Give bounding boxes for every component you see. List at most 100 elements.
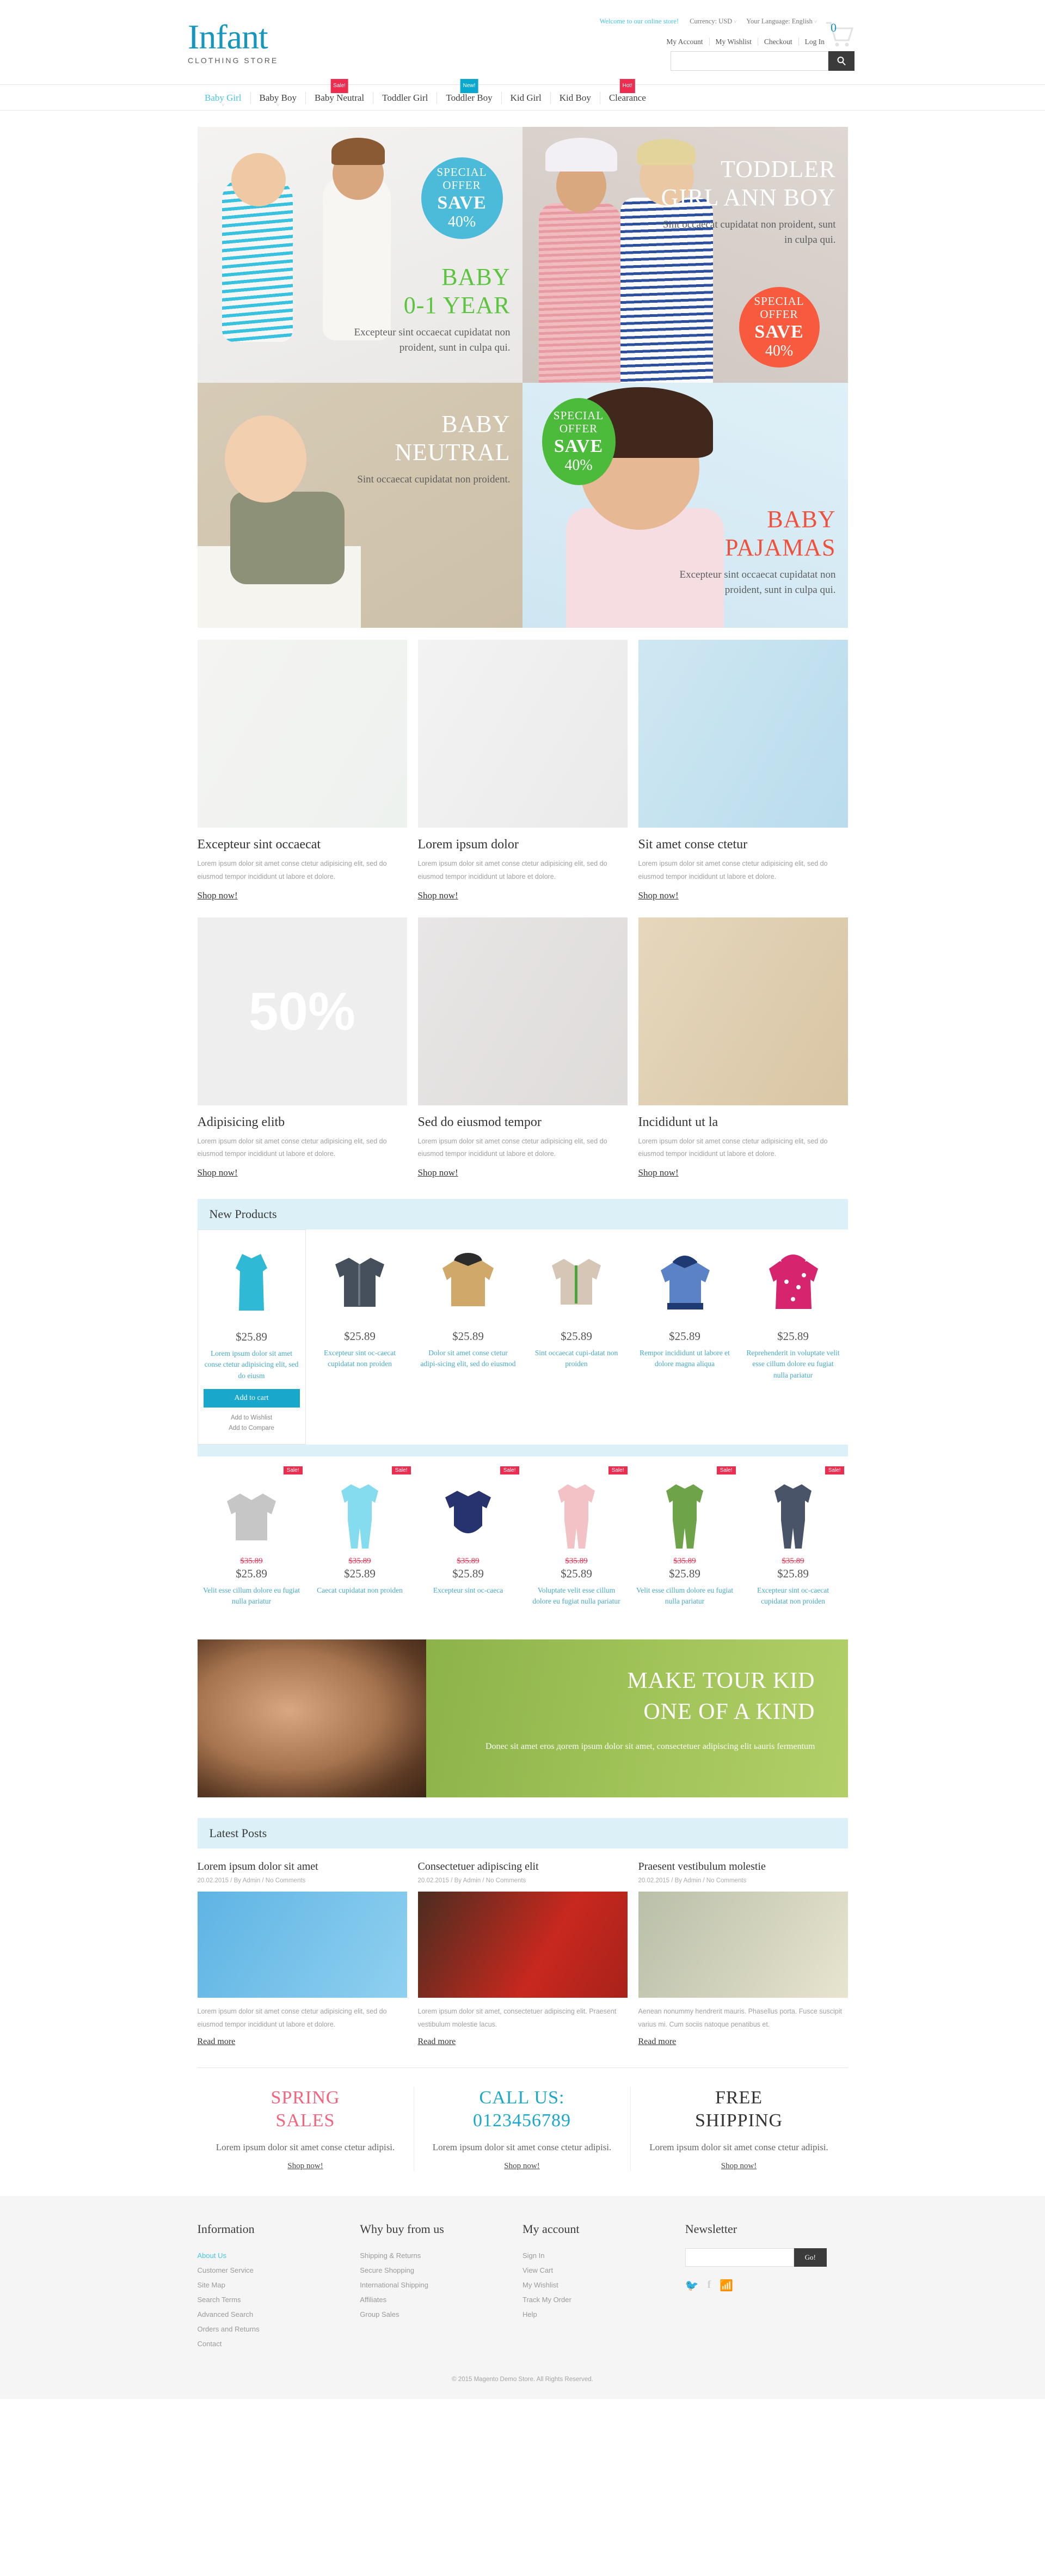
footer-link[interactable]: Site Map <box>198 2278 360 2292</box>
product-card[interactable]: Sale! $35.89 $25.89 Excepteur sint oc-caeca… <box>739 1464 847 1617</box>
footer-link[interactable]: Group Sales <box>360 2307 522 2322</box>
product-card[interactable]: Sale! $35.89 $25.89 Velit esse cillum dolor… <box>631 1464 739 1617</box>
nav-item-kid-girl[interactable]: Kid Girl <box>502 92 551 104</box>
footer-link-list: About Us Customer Service Site Map Search T… <box>198 2248 360 2351</box>
category-card[interactable]: Incididunt ut la Lorem ipsum dolor sit am… <box>638 917 848 1179</box>
feature-shop-now-link[interactable]: Shop now! <box>721 2162 757 2171</box>
category-card[interactable]: Lorem ipsum dolor Lorem ipsum dolor sit a… <box>417 640 628 901</box>
footer-link[interactable]: Track My Order <box>522 2292 685 2307</box>
product-name[interactable]: Lorem ipsum dolor sit amet conse ctetur … <box>204 1348 300 1381</box>
post-image[interactable] <box>197 1892 407 1998</box>
product-name[interactable]: Rempor incididunt ut labore et dolore ma… <box>636 1348 734 1370</box>
post-title[interactable]: Praesent vestibulum molestie <box>638 1861 848 1873</box>
rss-icon[interactable]: 📶 <box>720 2279 733 2292</box>
read-more-link[interactable]: Read more <box>418 2037 456 2047</box>
product-card[interactable]: $25.89 Rempor incididunt ut labore et dol… <box>631 1229 739 1445</box>
nav-item-clearance[interactable]: Clearance Hot! <box>600 79 655 104</box>
sale-badge: Sale! <box>283 1466 303 1474</box>
product-name[interactable]: Dolor sit amet conse ctetur adipi-sicing… <box>420 1348 517 1370</box>
product-name[interactable]: Voluptate velit esse cillum dolore eu fu… <box>528 1585 625 1607</box>
logo[interactable]: Infant CLOTHING STORE <box>188 17 278 65</box>
feature-shop-now-link[interactable]: Shop now! <box>287 2162 323 2171</box>
nav-item-toddler-girl[interactable]: Toddler Girl <box>373 92 438 104</box>
footer-link[interactable]: International Shipping <box>360 2278 522 2292</box>
link-log-in[interactable]: Log In <box>799 38 825 46</box>
read-more-link[interactable]: Read more <box>198 2037 236 2047</box>
newsletter-go-button[interactable]: Go! <box>794 2248 827 2267</box>
facebook-icon[interactable]: f <box>708 2279 711 2292</box>
footer-link[interactable]: Affiliates <box>360 2292 522 2307</box>
hero-title-tl-2: 0-1 YEAR <box>403 291 511 319</box>
add-to-compare-link[interactable]: Add to Compare <box>204 1423 300 1434</box>
footer-link[interactable]: My Wishlist <box>522 2278 685 2292</box>
twitter-icon[interactable]: 🐦 <box>685 2279 699 2292</box>
product-card[interactable]: Sale! $35.89 $25.89 Voluptate velit esse ci… <box>522 1464 631 1617</box>
language-selector[interactable]: Your Language: English ˅ <box>746 17 817 26</box>
product-name[interactable]: Excepteur sint oc-caecat cupidatat non p… <box>311 1348 409 1370</box>
footer-link[interactable]: Customer Service <box>198 2263 360 2278</box>
footer-link[interactable]: Help <box>522 2307 685 2322</box>
cart-icon[interactable]: 0 <box>823 17 855 51</box>
read-more-link[interactable]: Read more <box>638 2037 677 2047</box>
nav-item-baby-neutral[interactable]: Baby Neutral Sale! <box>306 79 374 104</box>
category-card[interactable]: Sed do eiusmod tempor Lorem ipsum dolor s… <box>417 917 628 1179</box>
product-name[interactable]: Caecat cupidatat non proiden <box>311 1585 409 1596</box>
shop-now-link[interactable]: Shop now! <box>198 890 238 901</box>
footer-link[interactable]: View Cart <box>522 2263 685 2278</box>
hero-baby-neutral[interactable]: BABY NEUTRAL Sint occaecat cupidatat non… <box>197 383 522 628</box>
footer-link[interactable]: Advanced Search <box>198 2307 360 2322</box>
footer-link[interactable]: Secure Shopping <box>360 2263 522 2278</box>
nav-item-kid-boy[interactable]: Kid Boy <box>551 92 600 104</box>
newsletter-email-input[interactable] <box>685 2248 794 2267</box>
product-card[interactable]: Sale! $35.89 $25.89 Caecat cupidatat non pr… <box>306 1464 414 1617</box>
shop-now-link[interactable]: Shop now! <box>638 1167 679 1178</box>
shop-now-link[interactable]: Shop now! <box>638 890 679 901</box>
shop-now-link[interactable]: Shop now! <box>198 1167 238 1178</box>
product-card[interactable]: $25.89 Lorem ipsum dolor sit amet conse c… <box>197 1229 306 1445</box>
link-checkout[interactable]: Checkout <box>758 38 799 46</box>
footer-link[interactable]: About Us <box>198 2248 360 2263</box>
footer-link[interactable]: Search Terms <box>198 2292 360 2307</box>
product-name[interactable]: Excepteur sint oc-caeca <box>420 1585 517 1596</box>
nav-item-toddler-boy[interactable]: Toddler Boy New! <box>437 79 502 104</box>
category-card[interactable]: Excepteur sint occaecat Lorem ipsum dolor… <box>197 640 407 901</box>
product-card[interactable]: $25.89 Reprehenderit in voluptate velit e… <box>739 1229 847 1445</box>
product-name[interactable]: Reprehenderit in voluptate velit esse ci… <box>745 1348 842 1381</box>
add-to-cart-button[interactable]: Add to cart <box>203 1388 300 1408</box>
footer-link[interactable]: Contact <box>198 2336 360 2351</box>
link-my-account[interactable]: My Account <box>660 38 710 46</box>
add-to-wishlist-link[interactable]: Add to Wishlist <box>204 1413 300 1424</box>
hero-baby-0-1-year[interactable]: SPECIAL OFFER SAVE 40% BABY 0-1 YEAR Exc… <box>197 127 522 383</box>
footer-link[interactable]: Orders and Returns <box>198 2322 360 2336</box>
search-button[interactable] <box>828 51 855 71</box>
product-name[interactable]: Excepteur sint oc-caecat cupidatat non p… <box>745 1585 842 1607</box>
footer-link[interactable]: Shipping & Returns <box>360 2248 522 2263</box>
product-card[interactable]: Sale! $35.89 $25.89 Excepteur sint oc-caeca <box>414 1464 522 1617</box>
category-card[interactable]: Sit amet conse ctetur Lorem ipsum dolor s… <box>638 640 848 901</box>
product-name[interactable]: Velit esse cillum dolore eu fugiat nulla… <box>636 1585 734 1607</box>
search-input[interactable] <box>671 51 828 71</box>
footer-link[interactable]: Sign In <box>522 2248 685 2263</box>
nav-item-baby-boy[interactable]: Baby Boy ˅ <box>251 92 306 108</box>
post-title[interactable]: Consectetuer adipiscing elit <box>418 1861 628 1873</box>
logo-name: Infant <box>188 17 268 56</box>
hero-baby-pajamas[interactable]: SPECIAL OFFER SAVE 40% BABY PAJAMAS Exce… <box>522 383 848 628</box>
product-card[interactable]: $25.89 Sint occaecat cupi-datat non proid… <box>522 1229 631 1445</box>
category-card[interactable]: 50% Adipisicing elitb Lorem ipsum dolor si… <box>197 917 407 1179</box>
shop-now-link[interactable]: Shop now! <box>418 890 458 901</box>
product-name[interactable]: Sint occaecat cupi-datat non proiden <box>528 1348 625 1370</box>
shop-now-link[interactable]: Shop now! <box>418 1167 458 1178</box>
currency-selector[interactable]: Currency: USD ˅ <box>690 17 736 26</box>
product-name[interactable]: Velit esse cillum dolore eu fugiat nulla… <box>203 1585 300 1607</box>
promo-banner[interactable]: MAKE TOUR KID ONE OF A KIND Donec sit am… <box>197 1639 848 1798</box>
product-card[interactable]: Sale! $35.89 $25.89 Velit esse cillum dolor… <box>198 1464 306 1617</box>
product-card[interactable]: $25.89 Excepteur sint oc-caecat cupidatat… <box>306 1229 414 1445</box>
feature-shop-now-link[interactable]: Shop now! <box>504 2162 539 2171</box>
hero-toddler-girl-and-boy[interactable]: TODDLER GIRL ANN BOY Sint occaecat cupid… <box>522 127 848 383</box>
post-image[interactable] <box>417 1892 628 1998</box>
product-card[interactable]: $25.89 Dolor sit amet conse ctetur adipi-… <box>414 1229 522 1445</box>
nav-item-baby-girl[interactable]: Baby Girl ˅ <box>196 92 251 108</box>
post-title[interactable]: Lorem ipsum dolor sit amet <box>198 1861 407 1873</box>
post-image[interactable] <box>638 1892 848 1998</box>
link-my-wishlist[interactable]: My Wishlist <box>709 38 758 46</box>
